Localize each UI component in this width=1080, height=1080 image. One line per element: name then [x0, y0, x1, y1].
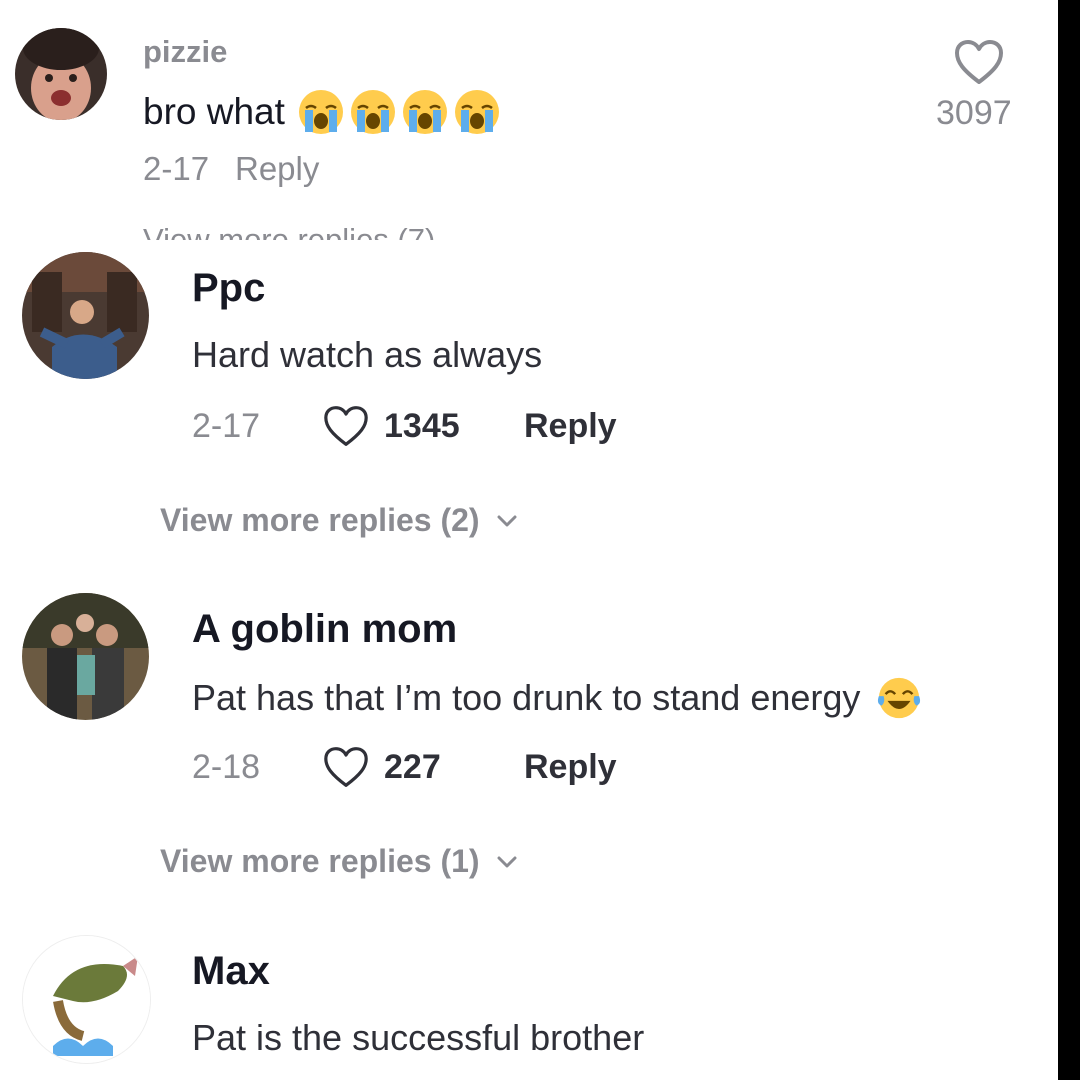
comment-item: A goblin mom Pat has that I’m too drunk …	[0, 593, 1058, 893]
view-more-replies[interactable]: View more replies (2)	[160, 502, 518, 539]
avatar[interactable]	[22, 935, 151, 1064]
view-more-replies[interactable]: View more replies (7)	[143, 222, 435, 240]
heart-outline-icon[interactable]	[953, 38, 1005, 86]
comment-username[interactable]: A goblin mom	[192, 607, 457, 652]
comment-date: 2-17	[143, 150, 210, 187]
comment-text-content: bro what	[143, 91, 285, 132]
chevron-down-icon	[497, 856, 517, 867]
emoji-group	[297, 88, 501, 136]
heart-outline-icon[interactable]	[322, 745, 370, 789]
comment-text-content: Pat has that I’m too drunk to stand ener…	[192, 677, 861, 718]
like-count: 3097	[936, 94, 1012, 132]
reply-button[interactable]: Reply	[235, 150, 319, 188]
avatar[interactable]	[22, 593, 149, 720]
comment-item: Ppc Hard watch as always 2-17 1345 Reply…	[0, 252, 1058, 552]
chevron-down-icon	[497, 515, 517, 526]
reply-button[interactable]: Reply	[524, 748, 617, 787]
view-more-label: View more replies (2)	[160, 502, 480, 538]
comment-text: Hard watch as always	[192, 334, 543, 375]
view-more-label: View more replies (1)	[160, 843, 480, 879]
loudly-crying-face-icon	[298, 90, 343, 134]
heart-outline-icon[interactable]	[322, 404, 370, 448]
face-with-tears-of-joy-icon	[878, 677, 921, 719]
comment-text: Pat is the successful brother	[192, 1017, 645, 1058]
reply-button[interactable]: Reply	[524, 407, 617, 446]
like-count: 1345	[384, 406, 460, 445]
avatar[interactable]	[22, 252, 149, 379]
right-edge-bar	[1058, 0, 1080, 1080]
like-count: 227	[384, 747, 441, 786]
comment-text: bro what	[143, 88, 501, 136]
loudly-crying-face-icon	[350, 90, 395, 134]
comment-username[interactable]: pizzie	[143, 34, 227, 70]
comment-date: 2-18	[192, 747, 261, 786]
view-more-replies[interactable]: View more replies (1)	[160, 843, 518, 880]
comment-meta: 2-18 227 Reply	[192, 743, 617, 791]
comment-username[interactable]: Ppc	[192, 266, 265, 311]
comment-text: Pat has that I’m too drunk to stand ener…	[192, 675, 922, 721]
comment-date: 2-17	[192, 406, 261, 445]
comment-item: pizzie bro what 2-17 Reply 3097 View mor…	[0, 0, 1058, 240]
loudly-crying-face-icon	[402, 90, 447, 134]
comment-username[interactable]: Max	[192, 949, 270, 994]
comment-item: Max Pat is the successful brother	[0, 935, 1058, 1080]
loudly-crying-face-icon	[454, 90, 499, 134]
comment-meta: 2-17 1345 Reply	[192, 402, 617, 450]
avatar[interactable]	[15, 28, 107, 120]
